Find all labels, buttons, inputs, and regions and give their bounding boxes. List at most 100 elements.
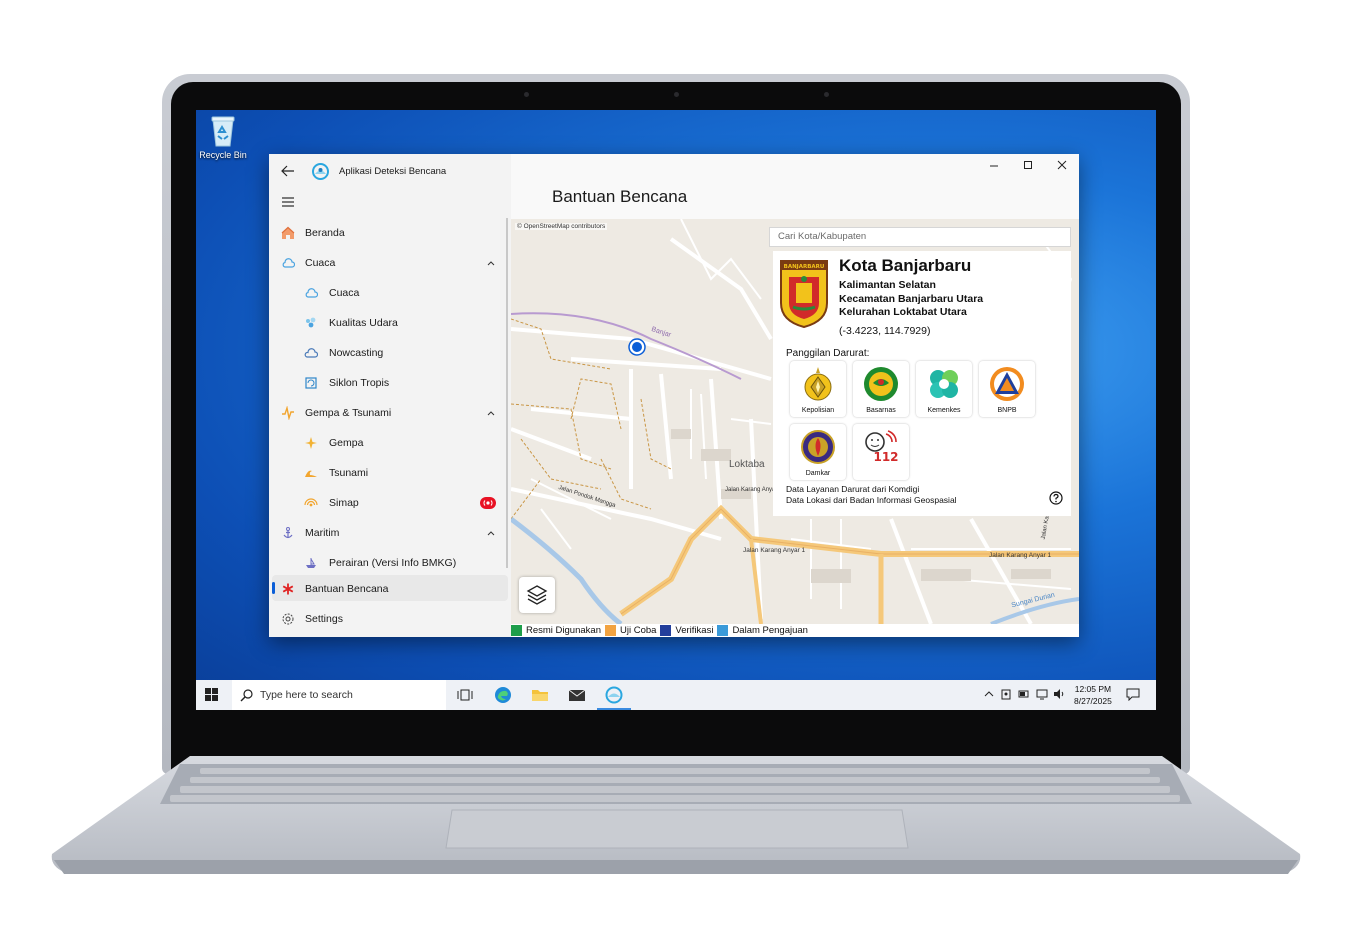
location-info-card: BANJARBARU Kota Banjarbaru Kalimantan Se… xyxy=(773,251,1071,516)
battery-icon[interactable] xyxy=(1018,688,1030,700)
live-badge-icon xyxy=(480,497,496,509)
sensor-dot xyxy=(824,92,829,97)
legend-item: Verifikasi xyxy=(660,625,713,636)
earthquake-icon xyxy=(282,406,294,420)
network-icon[interactable] xyxy=(1036,688,1048,700)
nav-item-simap[interactable]: Simap xyxy=(269,488,507,518)
nav-label: Siklon Tropis xyxy=(329,377,390,389)
map-layers-button[interactable] xyxy=(519,577,555,613)
nav-item-cuaca[interactable]: Cuaca xyxy=(269,278,507,308)
nav-label: Nowcasting xyxy=(329,347,384,359)
minimize-icon xyxy=(990,165,998,167)
maximize-icon xyxy=(1024,161,1032,169)
disaster-app-taskbar-icon[interactable] xyxy=(605,686,623,704)
taskbar-clock[interactable]: 12:05 PM 8/27/2025 xyxy=(1074,683,1112,707)
recycle-bin-icon xyxy=(211,116,235,147)
legend-label: Verifikasi xyxy=(675,625,714,636)
city-search-input[interactable]: Cari Kota/Kabupaten xyxy=(769,227,1071,247)
tsunami-icon xyxy=(305,470,317,477)
city-emblem: BANJARBARU xyxy=(780,260,828,329)
close-button[interactable] xyxy=(1045,154,1079,178)
layers-icon xyxy=(526,585,548,605)
nowcasting-icon xyxy=(304,348,318,358)
help-icon[interactable] xyxy=(1049,491,1063,505)
legend-item: Uji Coba xyxy=(604,625,657,636)
taskbar-search-placeholder: Type here to search xyxy=(260,689,353,701)
emergency-title: Panggilan Darurat: xyxy=(786,348,870,359)
service-label: Kepolisian xyxy=(801,407,835,414)
nav-item-kualitas-udara[interactable]: Kualitas Udara xyxy=(269,308,507,338)
clock-date: 8/27/2025 xyxy=(1074,696,1112,706)
back-arrow-icon[interactable] xyxy=(281,164,295,178)
nav-item-maritim-group[interactable]: Maritim xyxy=(269,518,507,548)
service-damkar[interactable]: Damkar xyxy=(790,424,846,480)
location-marker-icon[interactable] xyxy=(627,337,647,357)
service-call-112[interactable]: 112 xyxy=(853,424,909,480)
notification-center-icon[interactable] xyxy=(1126,687,1140,701)
service-kemenkes[interactable]: Kemenkes xyxy=(916,361,972,417)
task-view-icon[interactable] xyxy=(456,686,474,704)
nav-label: Kualitas Udara xyxy=(329,317,398,329)
close-icon xyxy=(1057,160,1067,170)
nav-item-cuaca-group[interactable]: Cuaca xyxy=(269,248,507,278)
nav-label: Tsunami xyxy=(329,467,369,479)
city-name: Kota Banjarbaru xyxy=(839,256,972,275)
recycle-bin[interactable]: Recycle Bin xyxy=(198,114,248,160)
signal-icon xyxy=(304,498,318,507)
legend-swatch xyxy=(604,625,616,636)
nav-label: Gempa & Tsunami xyxy=(305,407,392,419)
map-view[interactable]: Banjar Loktaba Jalan Pondok Mangga Jalan… xyxy=(511,219,1079,624)
content-area: Bantuan Bencana Banjar Loktaba Jalan Pon… xyxy=(511,154,1079,637)
nav-item-gempa-tsunami-group[interactable]: Gempa & Tsunami xyxy=(269,398,507,428)
nav-item-gempa[interactable]: Gempa xyxy=(269,428,507,458)
air-quality-icon xyxy=(306,317,316,328)
nav-item-beranda[interactable]: Beranda xyxy=(269,218,507,248)
selection-indicator xyxy=(272,582,275,594)
police-emblem-icon xyxy=(804,367,832,401)
nav-scrollbar[interactable] xyxy=(506,218,508,568)
service-bnpb[interactable]: BNPB xyxy=(979,361,1035,417)
mail-icon[interactable] xyxy=(568,686,586,704)
chevron-up-icon[interactable] xyxy=(983,688,995,700)
nav-item-siklon-tropis[interactable]: Siklon Tropis xyxy=(269,368,507,398)
volume-icon[interactable] xyxy=(1053,688,1065,700)
people-icon[interactable] xyxy=(1000,688,1012,700)
legend-item: Dalam Pengajuan xyxy=(717,625,808,636)
search-icon xyxy=(240,689,253,702)
maximize-button[interactable] xyxy=(1011,154,1045,178)
service-kepolisian[interactable]: Kepolisian xyxy=(790,361,846,417)
nav-label: Settings xyxy=(305,613,343,625)
legend-label: Uji Coba xyxy=(619,625,657,636)
file-explorer-icon[interactable] xyxy=(531,686,549,704)
edge-browser-icon[interactable] xyxy=(494,686,512,704)
nav-label: Maritim xyxy=(305,527,340,539)
chevron-up-icon xyxy=(487,261,495,266)
windows-start-icon[interactable] xyxy=(205,688,218,701)
ship-icon xyxy=(306,558,316,568)
minimize-button[interactable] xyxy=(977,154,1011,178)
nav-item-bantuan-bencana[interactable]: Bantuan Bencana xyxy=(269,574,511,604)
title-bar: Aplikasi Deteksi Bencana xyxy=(269,154,511,190)
nav-item-nowcasting[interactable]: Nowcasting xyxy=(269,338,507,368)
laptop-keyboard-deck xyxy=(51,756,1301,874)
damkar-emblem-icon xyxy=(801,430,835,464)
camera-lens xyxy=(674,92,679,97)
home-icon xyxy=(281,226,295,239)
service-basarnas[interactable]: Basarnas xyxy=(853,361,909,417)
taskbar-search-box[interactable]: Type here to search xyxy=(232,680,446,710)
recycle-bin-label: Recycle Bin xyxy=(199,150,247,160)
nav-item-settings[interactable]: Settings xyxy=(269,604,511,634)
active-app-indicator xyxy=(597,708,631,710)
nav-label: Beranda xyxy=(305,227,345,239)
credit-komdigi: Data Layanan Darurat dari Komdigi xyxy=(786,484,920,494)
nav-item-perairan[interactable]: Perairan (Versi Info BMKG) xyxy=(269,548,507,568)
service-label: Kemenkes xyxy=(927,407,961,414)
nav-item-tsunami[interactable]: Tsunami xyxy=(269,458,507,488)
nav-label: Cuaca xyxy=(329,287,360,299)
basarnas-emblem-icon xyxy=(864,367,898,401)
service-label: BNPB xyxy=(997,407,1017,414)
kemenkes-emblem-icon xyxy=(930,370,958,398)
map-label: Loktaba xyxy=(729,459,765,470)
map-attribution[interactable]: © OpenStreetMap contributors xyxy=(515,223,608,230)
hamburger-menu-icon[interactable] xyxy=(281,196,295,208)
